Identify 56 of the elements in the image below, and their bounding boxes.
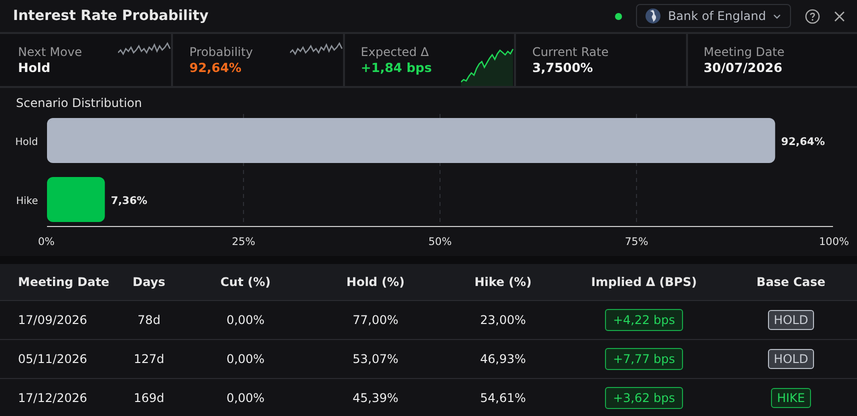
- table-cell: 78d: [138, 313, 160, 327]
- axis-tick-label: 75%: [624, 236, 648, 248]
- help-icon[interactable]: [805, 8, 820, 24]
- sparkline: [461, 46, 514, 86]
- stat-label: Next Move: [18, 45, 82, 59]
- column-header: Hold (%): [346, 275, 405, 289]
- source-dropdown[interactable]: Bank of England: [636, 4, 791, 28]
- value-label: 7,36%: [110, 195, 148, 207]
- axis-tick-label: 0%: [38, 236, 55, 248]
- base-case-badge: HOLD: [768, 349, 814, 369]
- table-cell: 54,61%: [480, 391, 526, 405]
- delta-badge: +4,22 bps: [604, 309, 684, 331]
- column-header: Implied Δ (BPS): [591, 275, 697, 289]
- column-header: Hike (%): [474, 275, 532, 289]
- table-cell: 0,00%: [226, 352, 265, 366]
- chevron-down-icon: [773, 14, 781, 18]
- stat-value: 92,64%: [189, 60, 242, 75]
- stat-value: 30/07/2026: [704, 60, 784, 75]
- stat-label: Meeting Date: [704, 45, 784, 59]
- sparkline: [290, 40, 343, 56]
- stat-value: Hold: [18, 60, 52, 75]
- sparkline: [118, 40, 172, 56]
- table-cell: 46,93%: [480, 352, 526, 366]
- table-cell: 23,00%: [480, 313, 526, 327]
- delta-badge: +7,77 bps: [604, 348, 684, 370]
- table-cell: 169d: [134, 391, 164, 405]
- value-label: 92,64%: [781, 136, 825, 148]
- column-header: Meeting Date: [18, 275, 110, 289]
- column-header: Cut (%): [220, 275, 271, 289]
- table-cell: 127d: [134, 352, 164, 366]
- table-cell: 05/11/2026: [18, 352, 88, 366]
- stat-label: Probability: [189, 45, 253, 59]
- table-cell: 0,00%: [226, 313, 265, 327]
- chart-title: Scenario Distribution: [15, 95, 143, 112]
- table-cell: 53,07%: [352, 352, 398, 366]
- category-label: Hold: [15, 137, 38, 148]
- base-case-badge: HOLD: [768, 310, 814, 330]
- stat-label: Expected Δ: [360, 45, 430, 59]
- stat-label: Current Rate: [532, 45, 609, 59]
- window-title: Interest Rate Probability: [13, 8, 208, 24]
- table-cell: 17/09/2026: [18, 313, 88, 327]
- base-case-badge: HIKE: [770, 388, 811, 408]
- table-cell: 45,39%: [352, 391, 398, 405]
- axis-tick-label: 50%: [428, 236, 452, 248]
- stat-value: 3,7500%: [532, 60, 594, 75]
- delta-badge: +3,62 bps: [604, 387, 684, 409]
- stat-value: +1,84 bps: [360, 60, 432, 75]
- table-cell: 0,00%: [226, 391, 265, 405]
- axis-tick-label: 100%: [818, 236, 849, 248]
- column-header: Base Case: [756, 275, 826, 289]
- category-label: Hike: [16, 196, 38, 207]
- axis-tick-label: 25%: [232, 236, 256, 248]
- close-icon[interactable]: [834, 10, 845, 22]
- column-header: Days: [132, 275, 166, 289]
- table-cell: 77,00%: [352, 313, 398, 327]
- table-cell: 17/12/2026: [18, 391, 88, 405]
